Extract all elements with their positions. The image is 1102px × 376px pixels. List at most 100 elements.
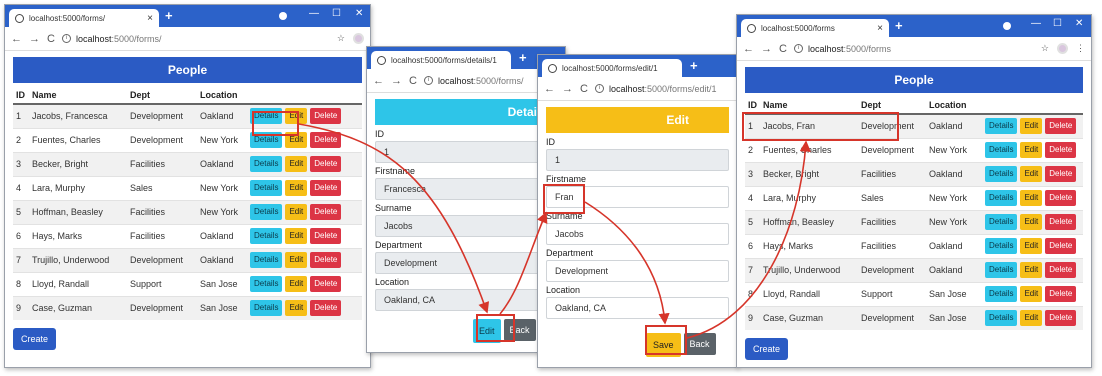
edit-button[interactable]: Edit [285, 300, 308, 317]
edit-button[interactable]: Edit [1020, 286, 1043, 302]
field-input-location[interactable]: Oakland, CA [546, 297, 729, 319]
menu-icon[interactable]: ⋮ [1076, 43, 1085, 54]
reload-icon[interactable]: C [779, 43, 787, 55]
details-button[interactable]: Details [250, 252, 283, 268]
details-button[interactable]: Details [985, 118, 1018, 135]
create-button[interactable]: Create [13, 328, 57, 350]
address-bar: ← → C i localhost:5000/forms/edit/1 [538, 77, 737, 101]
browser-tab[interactable]: localhost:5000/forms/edit/1 [542, 59, 682, 77]
delete-button[interactable]: Delete [1045, 142, 1077, 158]
edit-button[interactable]: Edit [1020, 310, 1043, 327]
star-icon[interactable]: ☆ [337, 33, 345, 44]
edit-button[interactable]: Edit [285, 252, 308, 268]
delete-button[interactable]: Delete [1045, 166, 1077, 182]
details-button[interactable]: Details [250, 276, 283, 292]
create-button[interactable]: Create [745, 338, 789, 360]
profile-icon[interactable] [1057, 43, 1068, 54]
delete-button[interactable]: Delete [310, 204, 342, 220]
delete-button[interactable]: Delete [1045, 310, 1077, 327]
url-field[interactable]: localhost:5000/forms [808, 44, 891, 54]
reload-icon[interactable]: C [409, 75, 417, 87]
delete-button[interactable]: Delete [310, 252, 342, 268]
delete-button[interactable]: Delete [310, 156, 342, 172]
close-tab-icon[interactable]: × [147, 13, 153, 24]
browser-tab[interactable]: localhost:5000/forms × [741, 19, 889, 37]
new-tab-icon[interactable]: + [519, 50, 527, 65]
maximize-icon[interactable]: ☐ [1053, 18, 1062, 29]
details-button[interactable]: Details [250, 228, 283, 244]
new-tab-icon[interactable]: + [165, 8, 173, 23]
edit-button[interactable]: Edit [1020, 166, 1043, 182]
site-info-icon[interactable]: i [61, 34, 71, 43]
browser-tab[interactable]: localhost:5000/forms/ × [9, 9, 159, 27]
delete-button[interactable]: Delete [310, 132, 342, 148]
forward-arrow-icon[interactable]: → [562, 83, 573, 95]
delete-button[interactable]: Delete [1045, 262, 1077, 278]
delete-button[interactable]: Delete [310, 300, 342, 317]
edit-button[interactable]: Edit [1020, 238, 1043, 254]
delete-button[interactable]: Delete [1045, 286, 1077, 302]
back-arrow-icon[interactable]: ← [11, 33, 22, 45]
site-info-icon[interactable]: i [594, 84, 604, 93]
details-button[interactable]: Details [985, 286, 1018, 302]
url-field[interactable]: localhost:5000/forms/edit/1 [609, 84, 717, 94]
details-button[interactable]: Details [985, 166, 1018, 182]
reload-icon[interactable]: C [580, 83, 588, 95]
forward-arrow-icon[interactable]: → [391, 75, 402, 87]
delete-button[interactable]: Delete [1045, 214, 1077, 230]
edit-button[interactable]: Edit [285, 276, 308, 292]
details-button[interactable]: Details [985, 142, 1018, 158]
back-arrow-icon[interactable]: ← [373, 75, 384, 87]
field-input-surname[interactable]: Jacobs [546, 223, 729, 245]
delete-button[interactable]: Delete [1045, 238, 1077, 254]
maximize-icon[interactable]: ☐ [332, 8, 341, 19]
delete-button[interactable]: Delete [310, 180, 342, 196]
field-input-department[interactable]: Development [546, 260, 729, 282]
delete-button[interactable]: Delete [1045, 118, 1077, 135]
details-button[interactable]: Details [985, 214, 1018, 230]
details-button[interactable]: Details [985, 238, 1018, 254]
edit-button[interactable]: Edit [1020, 262, 1043, 278]
close-window-icon[interactable]: ✕ [1075, 18, 1083, 29]
new-tab-icon[interactable]: + [690, 58, 698, 73]
site-info-icon[interactable]: i [793, 44, 803, 53]
star-icon[interactable]: ☆ [1041, 43, 1049, 54]
new-tab-icon[interactable]: + [895, 18, 903, 33]
edit-button[interactable]: Edit [1020, 118, 1043, 135]
edit-button[interactable]: Edit [1020, 142, 1043, 158]
edit-button[interactable]: Edit [285, 204, 308, 220]
details-button[interactable]: Details [985, 310, 1018, 327]
delete-button[interactable]: Delete [310, 228, 342, 244]
delete-button[interactable]: Delete [1045, 190, 1077, 206]
account-icon[interactable] [1003, 22, 1011, 30]
details-button[interactable]: Details [250, 204, 283, 220]
back-arrow-icon[interactable]: ← [743, 43, 754, 55]
details-button[interactable]: Details [250, 156, 283, 172]
reload-icon[interactable]: C [47, 33, 55, 45]
details-button[interactable]: Details [985, 190, 1018, 206]
forward-arrow-icon[interactable]: → [761, 43, 772, 55]
details-button[interactable]: Details [250, 300, 283, 317]
details-button[interactable]: Details [985, 262, 1018, 278]
delete-button[interactable]: Delete [310, 276, 342, 292]
profile-icon[interactable] [353, 33, 364, 44]
url-field[interactable]: localhost:5000/forms/ [76, 34, 162, 44]
back-button[interactable]: Back [683, 333, 716, 355]
browser-tab[interactable]: localhost:5000/forms/details/1 [371, 51, 511, 69]
back-arrow-icon[interactable]: ← [544, 83, 555, 95]
forward-arrow-icon[interactable]: → [29, 33, 40, 45]
details-button[interactable]: Details [250, 180, 283, 196]
site-info-icon[interactable]: i [423, 76, 433, 85]
close-window-icon[interactable]: ✕ [355, 8, 363, 19]
minimize-icon[interactable]: — [1031, 18, 1041, 29]
edit-button[interactable]: Edit [285, 228, 308, 244]
edit-button[interactable]: Edit [1020, 214, 1043, 230]
edit-button[interactable]: Edit [1020, 190, 1043, 206]
edit-button[interactable]: Edit [285, 180, 308, 196]
delete-button[interactable]: Delete [310, 108, 342, 125]
minimize-icon[interactable]: — [309, 8, 319, 19]
close-tab-icon[interactable]: × [877, 23, 883, 34]
account-icon[interactable] [279, 12, 287, 20]
url-field[interactable]: localhost:5000/forms/ [438, 76, 524, 86]
edit-button[interactable]: Edit [285, 156, 308, 172]
